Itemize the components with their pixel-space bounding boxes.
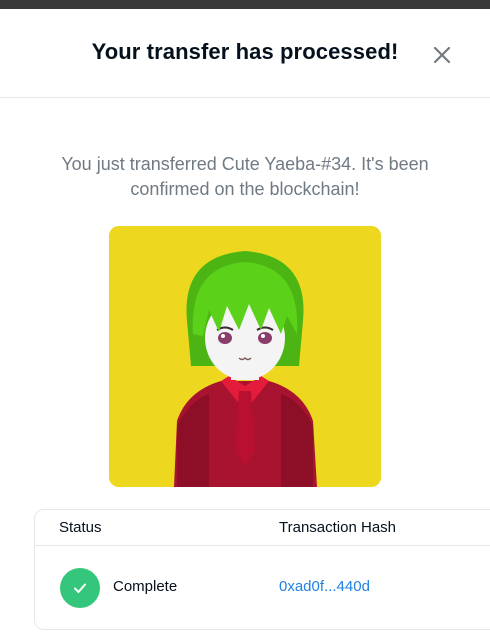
close-icon xyxy=(433,46,451,64)
modal-header: Your transfer has processed! xyxy=(0,9,490,98)
status-badge xyxy=(60,568,100,608)
checkmark-icon xyxy=(74,583,86,593)
modal-title: Your transfer has processed! xyxy=(91,39,399,64)
nft-image[interactable] xyxy=(109,226,381,487)
transfer-message: You just transferred Cute Yaeba-#34. It'… xyxy=(61,154,429,199)
transaction-hash-link[interactable]: 0xad0f...440d xyxy=(279,578,370,595)
browser-top-bar xyxy=(0,0,490,9)
status-value: Complete xyxy=(113,578,178,595)
anime-character-image xyxy=(109,226,381,487)
close-button[interactable] xyxy=(428,41,456,69)
table-header: Status Transaction Hash xyxy=(35,510,490,546)
hash-column-header: Transaction Hash xyxy=(279,519,396,536)
transfer-success-modal: Your transfer has processed! You just tr… xyxy=(0,9,490,637)
transaction-table: Status Transaction Hash Complete 0xad0f.… xyxy=(34,509,490,630)
status-column-header: Status xyxy=(59,519,102,536)
